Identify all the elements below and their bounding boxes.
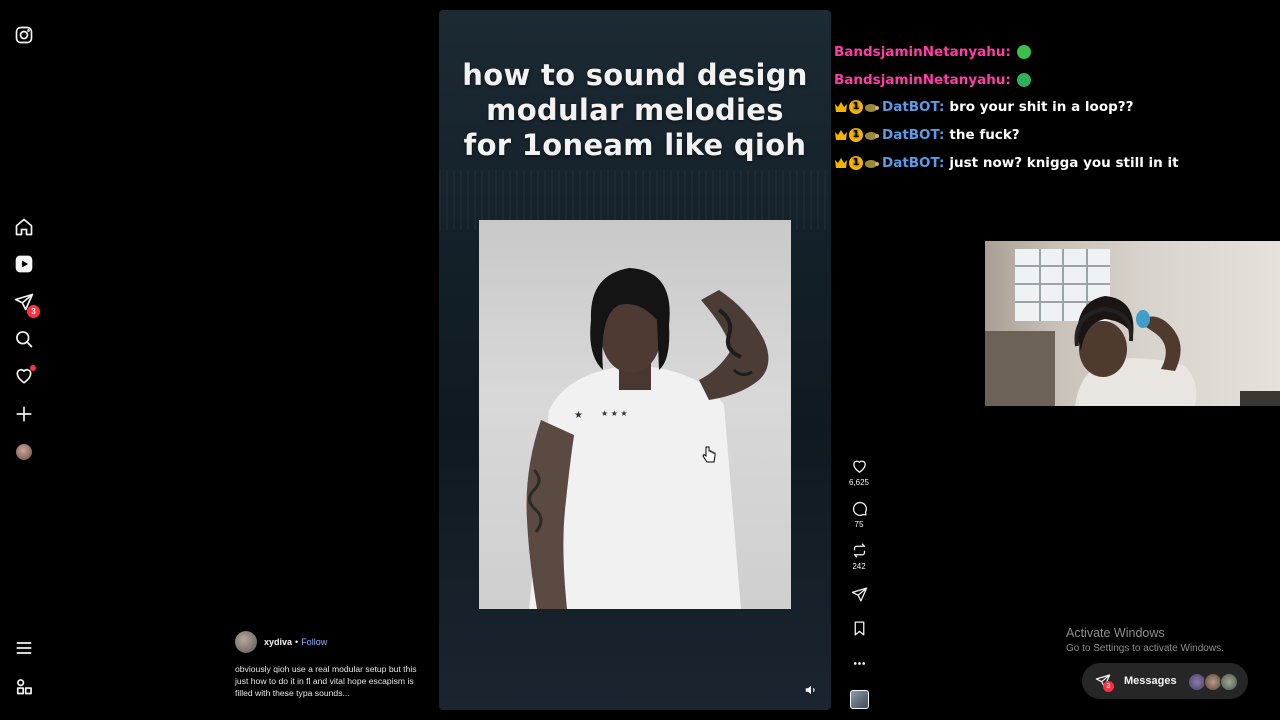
more-options-button[interactable] xyxy=(846,655,872,672)
chat-text: bro your shit in a loop?? xyxy=(949,99,1134,115)
activate-windows-subtitle: Go to Settings to activate Windows. xyxy=(1066,643,1224,654)
heart-icon[interactable] xyxy=(14,365,36,386)
chat-message: BandsjaminNetanyahu: xyxy=(834,70,1031,90)
comment-count: 75 xyxy=(854,520,864,529)
webcam-feed xyxy=(985,241,1280,406)
video-overlay-title: how to sound design modular melodies for… xyxy=(462,58,808,162)
bookmark-icon xyxy=(854,621,864,636)
menu-icon[interactable] xyxy=(14,638,34,658)
avatar xyxy=(1220,673,1238,691)
more-horizontal-icon xyxy=(853,662,865,665)
chat-message: 1 DatBOT: bro your shit in a loop?? xyxy=(834,97,1133,117)
repost-count: 242 xyxy=(852,562,866,571)
chat-badges: 1 xyxy=(834,128,879,142)
search-icon[interactable] xyxy=(14,329,34,349)
follow-button[interactable]: Follow xyxy=(301,637,327,647)
avatar[interactable] xyxy=(235,631,257,653)
chat-username: DatBOT: xyxy=(882,99,945,115)
hand-cursor-icon xyxy=(702,446,716,464)
repost-icon xyxy=(853,543,865,558)
heart-icon xyxy=(852,460,866,473)
chat-badges: 1 xyxy=(834,100,879,114)
reels-icon[interactable] xyxy=(14,254,34,274)
chat-username: BandsjaminNetanyahu: xyxy=(834,72,1011,88)
profile-avatar[interactable] xyxy=(14,442,34,462)
notification-dot xyxy=(30,365,36,371)
home-icon[interactable] xyxy=(14,217,34,237)
send-icon: 3 xyxy=(1095,673,1114,692)
send-icon xyxy=(851,587,867,602)
send-icon[interactable]: 3 xyxy=(14,292,40,318)
chat-message: 1 DatBOT: the fuck? xyxy=(834,125,1020,145)
sub-badge-icon: 1 xyxy=(849,156,863,170)
emote-icon xyxy=(1016,45,1031,59)
author-row: xydiva • Follow xyxy=(235,631,327,653)
turtle-icon xyxy=(865,103,879,112)
chat-username: DatBOT: xyxy=(882,155,945,171)
activate-windows-title: Activate Windows xyxy=(1066,626,1165,640)
chat-text: the fuck? xyxy=(949,127,1020,143)
chat-username: BandsjaminNetanyahu: xyxy=(834,44,1011,60)
instagram-logo-icon[interactable] xyxy=(14,25,34,45)
svg-text:★ ★ ★: ★ ★ ★ xyxy=(601,409,628,418)
messages-pill-badge: 3 xyxy=(1103,681,1114,692)
like-button[interactable]: 6,625 xyxy=(846,458,872,487)
like-count: 6,625 xyxy=(848,478,870,487)
plus-icon[interactable] xyxy=(14,404,34,424)
emote-icon xyxy=(1016,73,1031,87)
crown-icon xyxy=(835,102,847,112)
sub-badge-icon: 1 xyxy=(849,100,863,114)
author-name[interactable]: xydiva xyxy=(264,637,292,647)
turtle-icon xyxy=(865,159,879,168)
video-photo: ★ ★ ★ ★ xyxy=(479,220,791,609)
save-button[interactable] xyxy=(846,620,872,637)
audio-thumbnail[interactable] xyxy=(846,690,872,709)
crown-icon xyxy=(835,130,847,140)
comment-icon xyxy=(852,502,867,516)
comment-button[interactable]: 75 xyxy=(846,500,872,529)
messages-label: Messages xyxy=(1124,675,1177,687)
sub-badge-icon: 1 xyxy=(849,128,863,142)
repost-button[interactable]: 242 xyxy=(846,542,872,571)
messages-button[interactable]: 3 Messages xyxy=(1082,663,1248,699)
messages-badge: 3 xyxy=(27,305,40,318)
grid-icon[interactable] xyxy=(14,676,34,696)
chat-message: 1 DatBOT: just now? knigga you still in … xyxy=(834,153,1179,173)
chat-text: just now? knigga you still in it xyxy=(949,155,1179,171)
chat-badges: 1 xyxy=(834,156,879,170)
chat-message: BandsjaminNetanyahu: xyxy=(834,42,1031,62)
speaker-icon[interactable] xyxy=(804,683,818,697)
chat-username: DatBOT: xyxy=(882,127,945,143)
crown-icon xyxy=(835,158,847,168)
separator-dot: • xyxy=(295,637,299,647)
turtle-icon xyxy=(865,131,879,140)
share-button[interactable] xyxy=(846,586,872,603)
caption-text[interactable]: obviously qioh use a real modular setup … xyxy=(235,663,425,699)
svg-text:★: ★ xyxy=(574,410,583,421)
reel-video[interactable]: how to sound design modular melodies for… xyxy=(439,10,831,710)
